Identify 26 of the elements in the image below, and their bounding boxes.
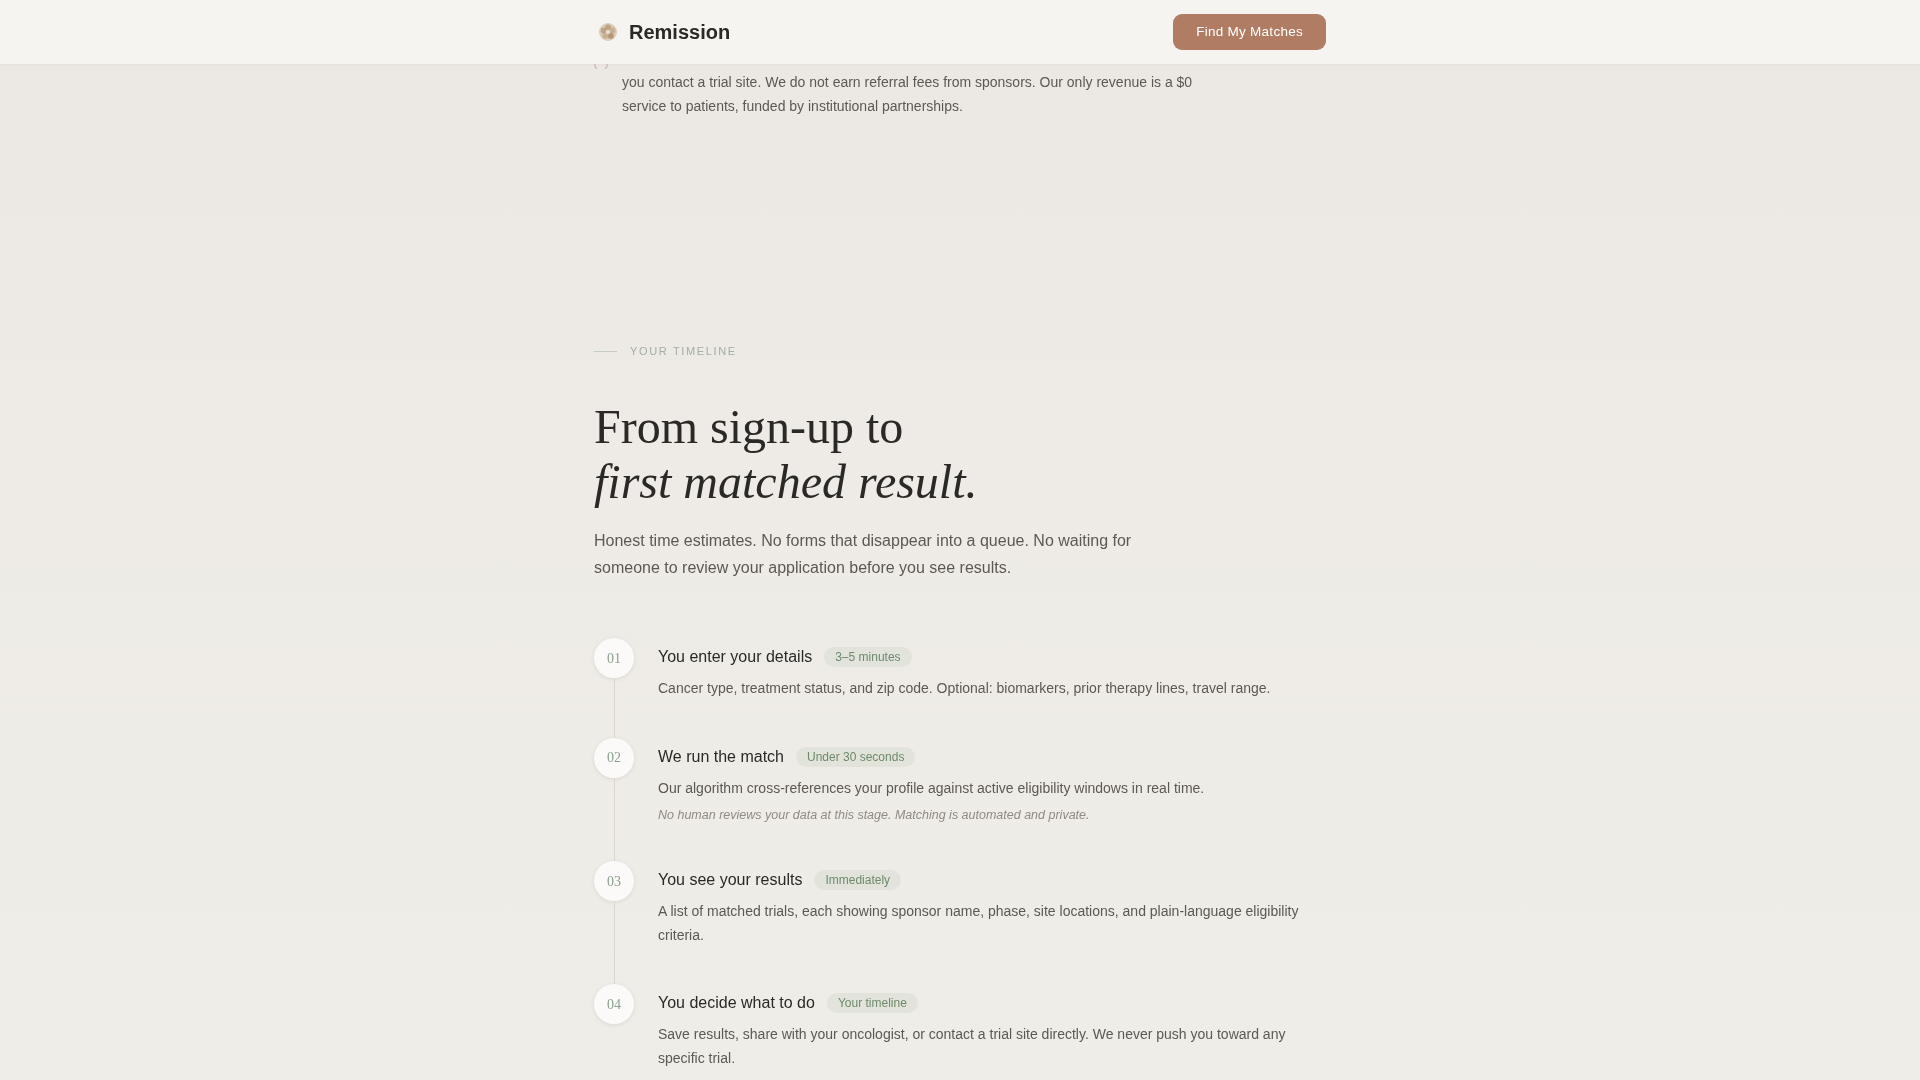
rosette-icon (599, 23, 617, 41)
accent-line (594, 350, 617, 352)
brand-name: Remission (629, 20, 731, 44)
step-note: No human reviews your data at this stage. Matching is automated and private. (658, 807, 1091, 824)
duration-tag: Your timeline (826, 993, 918, 1013)
step-description: Save results, share with your oncologist, or contact a trial site directly. We never push you toward any specific trial. (658, 1025, 1287, 1068)
step-title: You enter your details (658, 647, 813, 667)
step-number: 02 (594, 737, 634, 778)
step-number: 03 (594, 861, 634, 901)
find-matches-button[interactable]: Find My Matches (1173, 14, 1326, 50)
step-description: A list of matched trials, each showing sponsor name, phase, site locations, and plain-language eligibility criteria. (658, 902, 1300, 945)
step-title: You decide what to do (658, 993, 815, 1013)
step-number: 01 (594, 638, 634, 678)
duration-tag: Immediately (814, 870, 902, 890)
step-number: 04 (594, 984, 634, 1024)
step-description: Cancer type, treatment status, and zip code. Optional: biomarkers, prior therapy lines, travel range. (658, 679, 1272, 698)
duration-tag: 3–5 minutes (824, 647, 912, 667)
step-description: Our algorithm cross-references your profile against active eligibility windows in real time. (658, 778, 1206, 798)
duration-tag: Under 30 seconds (796, 746, 916, 767)
step-title: You see your results (658, 870, 803, 890)
step-title: We run the match (658, 746, 784, 767)
section-heading: From sign-up to first matched result. (594, 399, 979, 509)
arc-icon (594, 64, 608, 69)
section-intro: Honest time estimates. No forms that disappear into a queue. No waiting for someone to review your application before you see results. (594, 531, 1133, 578)
section-eyebrow: YOUR TIMELINE (630, 344, 737, 359)
disclosure-text: you contact a trial site. We do not earn referral fees from sponsors. Our only revenue is a $0 service to patients, funded by institutional partnerships. (622, 73, 1194, 116)
